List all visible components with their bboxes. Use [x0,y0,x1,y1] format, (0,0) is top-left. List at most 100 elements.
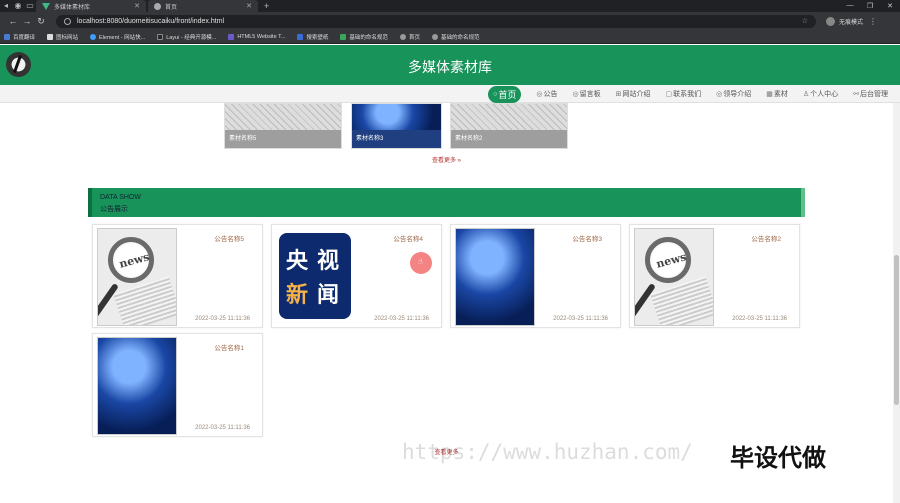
notice-title: 公告名称5 [214,236,244,243]
bookmark-item[interactable]: 百度翻译 [4,33,35,41]
bookmark-item[interactable]: 搜索壁纸 [297,33,328,41]
material-thumbnail [352,104,441,132]
nav-item-admin[interactable]: ⚯ 后台管理 [853,89,888,99]
tab-title: 首页 [165,4,178,11]
contact-icon: ▢ [665,91,673,98]
notice-date: 2022-03-25 11:11:36 [553,316,608,322]
material-card[interactable]: 素材名称3 [351,103,442,149]
star-icon[interactable]: ☆ [802,17,808,25]
nav-item-user-center[interactable]: ♙ 个人中心 [803,89,838,99]
notice-card[interactable]: news 公告名称2 2022-03-25 11:11:36 [629,224,800,328]
section-title: 公告展示 [100,206,128,213]
profile-button[interactable]: 无痕模式 [826,16,864,26]
back-icon[interactable]: ← [6,16,20,26]
notice-card[interactable]: 央 视 新 闻 公告名称4 2022-03-25 11:11:36 [271,224,442,328]
nav-item-notice[interactable]: ◎ 公告 [536,89,557,99]
nav-item-material[interactable]: ▦ 素材 [766,89,788,99]
notice-image: news [97,228,177,326]
more-vert-icon[interactable]: ⋮ [869,17,877,26]
address-bar-row: ← → ↻ localhost:8080/duomeitisucaiku/fro… [0,12,900,30]
material-name: 素材名称5 [225,130,341,148]
magnifier-lens: news [108,237,154,283]
bookmarks-bar: 百度翻译 图标网站 Element - 网站快... Layui - 经典开源模… [0,30,900,44]
more-materials-link[interactable]: 查看更多 » [0,155,893,164]
nav-item-site-intro[interactable]: ⊞ 网站介绍 [616,89,651,99]
bookmark-item[interactable]: HTML5 Website T... [228,33,285,40]
site-header: 多媒体素材库 [0,45,900,85]
material-name: 素材名称3 [352,130,441,148]
notice-date: 2022-03-25 11:11:36 [732,316,787,322]
tab-home[interactable]: 首页 ✕ [148,0,258,12]
material-thumbnail [225,104,341,132]
notice-title: 公告名称1 [214,345,244,352]
vue-icon [42,2,50,10]
incognito-icon [826,16,835,26]
scrollbar-thumb[interactable] [894,255,899,405]
link-icon: ⚯ [853,91,859,98]
bookmark-icon [340,33,347,40]
magnifier-lens: news [645,237,691,283]
logo-char: 新 [286,283,309,308]
person-icon: ♙ [802,91,810,98]
nav-item-message-board[interactable]: ◎ 留言板 [573,89,601,99]
tab-favicon-icon[interactable]: ◉ [12,0,24,12]
bookmark-icon [297,33,304,40]
close-icon[interactable]: ✕ [246,2,252,10]
news-word: news [654,250,688,271]
watermark-brand: 毕设代做 [730,444,826,472]
grid-icon: ⊞ [615,91,622,98]
material-thumbnail [451,104,567,132]
notice-title: 公告名称2 [751,236,781,243]
nav-item-home[interactable]: ○ 首页 [488,85,522,103]
bookmark-icon [399,33,406,40]
bookmark-item[interactable]: Element - 网站快... [90,33,145,41]
minimize-icon[interactable]: — [840,2,860,10]
tab-blank-icon[interactable]: ▭ [24,0,36,12]
info-icon[interactable] [64,17,71,25]
bookmark-icon [157,33,164,40]
bookmark-icon [4,33,10,40]
main-nav: ○ 首页 ◎ 公告 ◎ 留言板 ⊞ 网站介绍 ▢ 联系我们 ◎ 领导介绍 ▦ 素材 ♙ 个人中心… [0,85,900,103]
bookmark-item[interactable]: 基础的命名规范 [431,33,479,41]
bell-icon: ◎ [536,91,543,98]
tab-menu-icon[interactable]: ◂ [0,0,12,12]
url-input[interactable]: localhost:8080/duomeitisucaiku/front/ind… [56,14,816,28]
notice-image [455,228,535,326]
notice-date: 2022-03-25 11:11:36 [195,316,250,322]
notice-image: news [634,228,714,326]
image-icon: ▦ [766,91,773,98]
bookmark-item[interactable]: Layui - 经典开源模... [157,33,216,41]
notice-card[interactable]: 公告名称3 2022-03-25 11:11:36 [450,224,621,328]
hand-pointer-icon: ☝ [418,257,423,266]
news-word: news [117,250,151,271]
maximize-icon[interactable]: ❐ [860,2,880,10]
notice-date: 2022-03-25 11:11:36 [195,425,250,431]
browser-tab-strip: ◂ ◉ ▭ 多媒体素材库 ✕ 首页 ✕ + — ❐ ✕ [0,0,900,12]
notice-card[interactable]: 公告名称1 2022-03-25 11:11:36 [92,333,263,437]
bookmark-item[interactable]: 图标网站 [47,33,78,41]
user-circle-icon: ◎ [716,91,723,98]
reload-icon[interactable]: ↻ [34,16,48,27]
material-card[interactable]: 素材名称5 [224,103,342,149]
logo-char: 闻 [317,283,340,308]
window-controls: — ❐ ✕ [840,2,900,10]
new-tab-icon[interactable]: + [264,1,269,11]
close-window-icon[interactable]: ✕ [880,2,900,10]
double-chevron-right-icon: » [457,158,462,164]
close-icon[interactable]: ✕ [134,2,140,10]
tab-material-library[interactable]: 多媒体素材库 ✕ [36,0,146,12]
nav-item-leader-intro[interactable]: ◎ 领导介绍 [716,89,751,99]
logo-char: 央 [286,249,309,274]
notice-card[interactable]: news 公告名称5 2022-03-25 11:11:36 [92,224,263,328]
newspaper-shape [113,276,176,325]
globe-icon [154,2,161,10]
nav-item-contact[interactable]: ▢ 联系我们 [665,89,701,99]
notice-title: 公告名称3 [572,236,602,243]
bookmark-item[interactable]: 首页 [399,33,420,41]
forward-icon[interactable]: → [20,16,34,26]
profile-label: 无痕模式 [839,19,864,26]
bookmark-item[interactable]: 基础的命名规范 [340,33,388,41]
material-card[interactable]: 素材名称2 [450,103,568,149]
tab-title: 多媒体素材库 [54,4,91,11]
message-icon: ◎ [572,91,579,98]
